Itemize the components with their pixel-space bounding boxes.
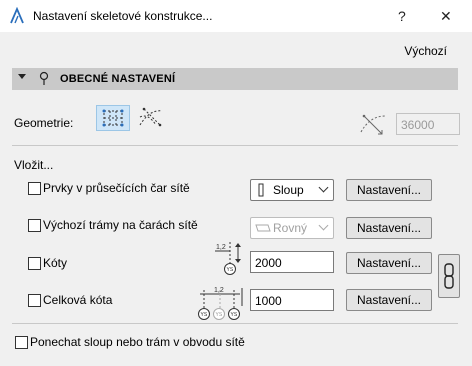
total-circle-text-3: YS [231, 312, 238, 318]
total-dimension-offset-value: 1000 [255, 294, 282, 308]
collapse-arrow-icon[interactable] [18, 74, 26, 79]
section-general-settings[interactable]: OBECNÉ NASTAVENÍ [12, 68, 458, 90]
dimensions-settings-button[interactable]: Nastavení... [346, 252, 432, 274]
grid-rectangular-icon [102, 109, 124, 127]
default-beams-checkbox[interactable] [28, 219, 41, 232]
dialog-title: Nastavení skeletové konstrukce... [33, 9, 213, 23]
total-dimension-number-text: 1,2 [214, 287, 224, 294]
dimension-offset-icon: 1,2 YS [215, 242, 241, 275]
total-dimension-offset-field[interactable]: 1000 [250, 289, 334, 311]
radius-measure-icon [360, 114, 386, 135]
dimensions-label: Kóty [43, 256, 68, 270]
dimension-circle-text: YS [227, 267, 234, 273]
element-type-value: Sloup [273, 183, 304, 197]
insert-elements-checkbox[interactable] [28, 182, 41, 195]
total-circle-text-1: YS [201, 312, 208, 318]
section-title: OBECNÉ NASTAVENÍ [60, 73, 176, 85]
geometry-rectangular-button[interactable] [96, 105, 130, 131]
dimension-number-text: 1,2 [216, 244, 226, 251]
beams-settings-button[interactable]: Nastavení... [346, 217, 432, 239]
defaults-link[interactable]: Výchozí [404, 44, 447, 58]
column-icon [258, 183, 264, 197]
pin-icon [39, 71, 49, 85]
keep-in-boundary-checkbox[interactable] [15, 336, 28, 349]
keep-in-boundary-label: Ponechat sloup nebo trám v obvodu sítě [30, 335, 245, 349]
total-dimension-label: Celková kóta [43, 293, 113, 307]
geometry-value-text: 36000 [401, 118, 435, 132]
chevron-down-icon [318, 220, 329, 231]
link-values-button[interactable] [438, 254, 460, 298]
geometry-radial-button[interactable] [134, 105, 166, 129]
help-button[interactable]: ? [398, 8, 406, 24]
insert-label: Vložit... [14, 158, 54, 172]
divider [12, 323, 458, 324]
beam-icon [255, 224, 271, 232]
elements-settings-button[interactable]: Nastavení... [346, 179, 432, 201]
beam-type-select[interactable]: Rovný [250, 217, 334, 239]
chevron-down-icon [318, 182, 329, 193]
title-bar: Nastavení skeletové konstrukce... ? ✕ [0, 0, 472, 32]
close-button[interactable]: ✕ [440, 8, 452, 25]
geometry-label: Geometrie: [14, 116, 74, 130]
dimensions-checkbox[interactable] [28, 257, 41, 270]
dimensions-offset-field[interactable]: 2000 [250, 251, 334, 273]
element-type-select[interactable]: Sloup [250, 179, 334, 201]
insert-elements-label: Prvky v průsečících čar sítě [43, 181, 190, 195]
total-circle-text-2: YS [216, 312, 223, 318]
total-dimension-icon: 1,2 YS YS YS [198, 287, 243, 320]
total-dimension-checkbox[interactable] [28, 294, 41, 307]
archicad-logo-icon [10, 7, 24, 24]
divider [12, 145, 458, 146]
dimensions-offset-value: 2000 [255, 256, 282, 270]
default-beams-label: Výchozí trámy na čarách sítě [43, 218, 198, 232]
chain-link-icon [444, 263, 454, 289]
total-dimension-settings-button[interactable]: Nastavení... [346, 289, 432, 311]
grid-radial-icon [139, 107, 163, 127]
geometry-value-field[interactable]: 36000 [396, 113, 460, 135]
beam-type-value: Rovný [273, 221, 308, 235]
